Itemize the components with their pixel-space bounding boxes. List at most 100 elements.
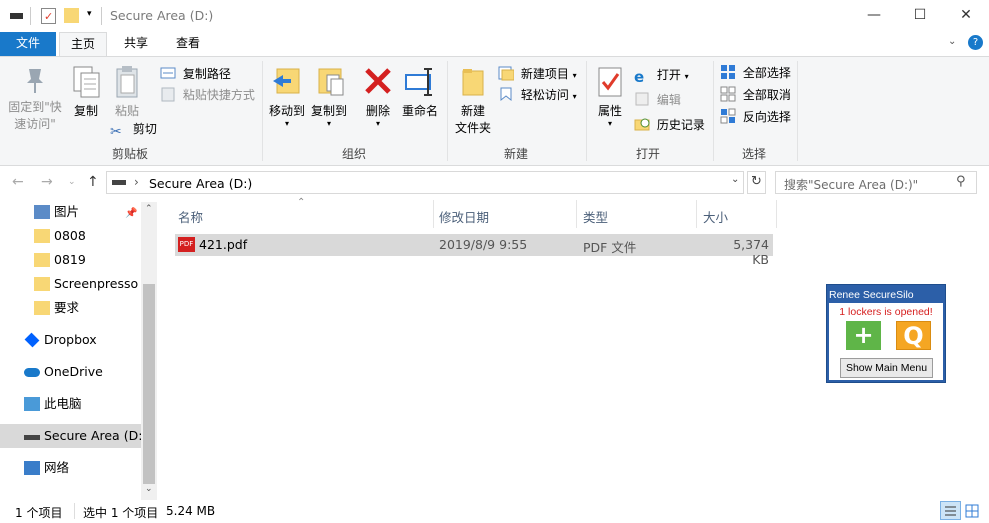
drive-icon	[10, 13, 23, 19]
easy-access-button[interactable]: 轻松访问 ▾	[498, 85, 577, 105]
cut-button[interactable]: ✂ 剪切	[110, 119, 157, 140]
pictures-icon	[34, 205, 50, 219]
copy-path-button[interactable]: 复制路径	[160, 64, 231, 84]
divider	[776, 200, 777, 228]
forward-button[interactable]: →	[41, 174, 53, 190]
breadcrumb[interactable]: Secure Area (D:)	[149, 176, 252, 191]
sidebar-item-label: Dropbox	[44, 332, 97, 347]
table-row[interactable]: PDF 421.pdf 2019/8/9 9:55 PDF 文件 5,374 K…	[175, 234, 773, 267]
sidebar-item[interactable]: 0808	[0, 224, 141, 248]
easy-access-icon	[498, 86, 514, 102]
sidebar-item-label: Screenpresso	[54, 276, 139, 291]
file-name: 421.pdf	[199, 237, 248, 252]
select-all-button[interactable]: 全部选择	[720, 63, 791, 83]
scroll-up-icon[interactable]: ⌃	[145, 204, 153, 214]
sidebar-item-label: Secure Area (D:)	[44, 428, 148, 443]
divider	[696, 200, 697, 228]
securesilo-status: 1 lockers is opened!	[839, 306, 933, 318]
properties-button[interactable]: 属性 ▾	[594, 65, 626, 128]
minimize-button[interactable]: —	[851, 0, 897, 32]
sidebar-item[interactable]: Screenpresso	[0, 272, 141, 296]
sidebar-item-label: OneDrive	[44, 364, 103, 379]
back-button[interactable]: ←	[12, 174, 24, 190]
pin-quick-access-button[interactable]: 固定到"快 速访问"	[6, 65, 64, 133]
properties-icon[interactable]: ✓	[41, 8, 56, 24]
close-button[interactable]: ✕	[943, 0, 989, 32]
search-input[interactable]: 搜索"Secure Area (D:)" ⚲	[775, 171, 977, 194]
column-name[interactable]: 名称	[178, 207, 203, 226]
edit-button[interactable]: 编辑	[634, 90, 681, 110]
sidebar-item[interactable]: 要求	[0, 296, 141, 320]
new-folder-icon[interactable]	[64, 8, 79, 23]
sidebar-item[interactable]: OneDrive	[0, 360, 141, 384]
quick-open-button[interactable]: Q	[896, 321, 931, 350]
tab-home[interactable]: 主页	[59, 32, 107, 57]
column-modified[interactable]: 修改日期	[439, 207, 489, 226]
nav-scrollbar-thumb[interactable]	[143, 284, 155, 484]
invert-selection-button[interactable]: 反向选择	[720, 107, 791, 127]
sidebar-item[interactable]: 网络	[0, 456, 141, 480]
copy-button[interactable]: 复制	[70, 65, 102, 120]
column-type[interactable]: 类型	[583, 207, 608, 226]
pin-icon	[24, 65, 46, 95]
new-item-button[interactable]: 新建项目 ▾	[498, 64, 577, 84]
move-to-button[interactable]: 移动到 ▾	[266, 65, 308, 128]
sidebar-item[interactable]: 图片	[0, 200, 141, 224]
open-group-label: 打开	[635, 147, 660, 161]
new-item-dropdown-icon: ▾	[572, 71, 577, 80]
delete-button[interactable]: 删除 ▾	[362, 65, 394, 128]
paste-shortcut-button[interactable]: 粘贴快捷方式	[160, 85, 255, 105]
new-folder-icon	[457, 65, 489, 99]
copy-to-dropdown-icon: ▾	[326, 119, 331, 128]
quick-access-dropdown-icon[interactable]: ▾	[87, 9, 92, 19]
copy-to-icon	[313, 65, 345, 99]
pin-icon: 📌	[125, 208, 138, 219]
up-button[interactable]: ↑	[87, 174, 99, 190]
large-icons-view-icon[interactable]	[964, 503, 980, 519]
tab-view[interactable]: 查看	[165, 32, 211, 56]
select-none-icon	[720, 86, 736, 102]
securesilo-title: Renee SecureSilo	[829, 289, 914, 301]
details-view-icon[interactable]	[940, 501, 961, 520]
sidebar-item-label: 要求	[54, 300, 80, 315]
status-bar: 1 个项目 选中 1 个项目 5.24 MB	[0, 500, 989, 523]
tab-file[interactable]: 文件	[0, 32, 56, 56]
clipboard-group-label: 剪贴板	[111, 147, 148, 161]
network-icon	[24, 461, 40, 475]
sidebar-item[interactable]: 0819	[0, 248, 141, 272]
scroll-down-icon[interactable]: ⌄	[145, 484, 153, 494]
new-group-label: 新建	[503, 147, 528, 161]
recent-locations-icon[interactable]: ⌄	[68, 177, 76, 187]
sidebar-item[interactable]: Dropbox	[0, 328, 141, 352]
rename-button[interactable]: 重命名	[400, 65, 440, 120]
select-none-button[interactable]: 全部取消	[720, 85, 791, 105]
sidebar-item[interactable]: Secure Area (D:)	[0, 424, 147, 448]
search-icon[interactable]: ⚲	[956, 174, 966, 189]
open-dropdown-icon: ▾	[684, 72, 689, 81]
open-button[interactable]: e 打开 ▾	[634, 65, 689, 85]
divider	[797, 61, 798, 161]
refresh-button[interactable]: ↻	[747, 171, 766, 194]
address-bar[interactable]: › Secure Area (D:) ⌄	[106, 171, 744, 194]
move-to-icon	[271, 65, 303, 99]
tab-share[interactable]: 共享	[113, 32, 159, 56]
address-dropdown-icon[interactable]: ⌄	[731, 174, 739, 185]
show-main-menu-button[interactable]: Show Main Menu	[840, 358, 933, 378]
ribbon: 固定到"快 速访问" 复制 粘贴 复制路径 粘贴快捷方式 ✂ 剪切 剪贴板 移动…	[0, 56, 989, 166]
add-locker-button[interactable]: +	[846, 321, 881, 350]
copy-to-button[interactable]: 复制到 ▾	[308, 65, 350, 128]
maximize-button[interactable]: ☐	[897, 0, 943, 32]
collapse-ribbon-icon[interactable]: ⌄	[948, 36, 956, 47]
delete-icon	[362, 65, 394, 99]
help-icon[interactable]: ?	[968, 35, 983, 50]
sidebar-item[interactable]: 此电脑	[0, 392, 141, 416]
new-folder-button[interactable]: 新建 文件夹	[452, 65, 494, 137]
paste-button[interactable]: 粘贴	[110, 65, 144, 120]
history-button[interactable]: 历史记录	[634, 115, 705, 135]
folder-icon	[34, 301, 50, 315]
pc-icon	[24, 397, 40, 411]
copy-path-icon	[160, 65, 176, 81]
sidebar-item-label: 0808	[54, 228, 86, 243]
column-size[interactable]: 大小	[703, 207, 728, 226]
new-item-icon	[498, 65, 515, 81]
